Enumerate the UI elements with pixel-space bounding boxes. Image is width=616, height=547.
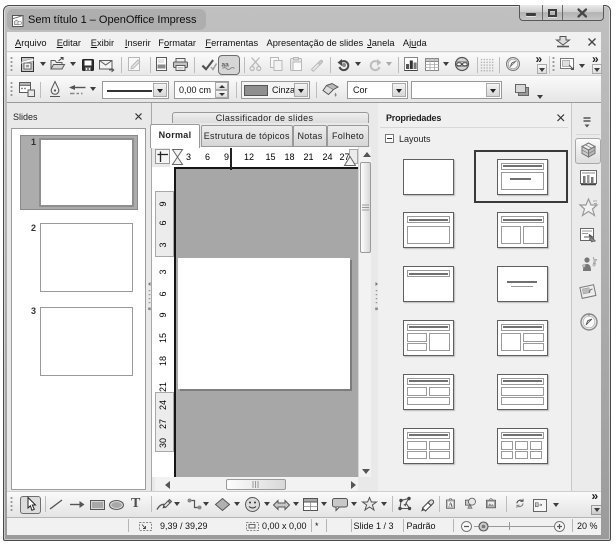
- svg-text:A: A: [448, 502, 453, 508]
